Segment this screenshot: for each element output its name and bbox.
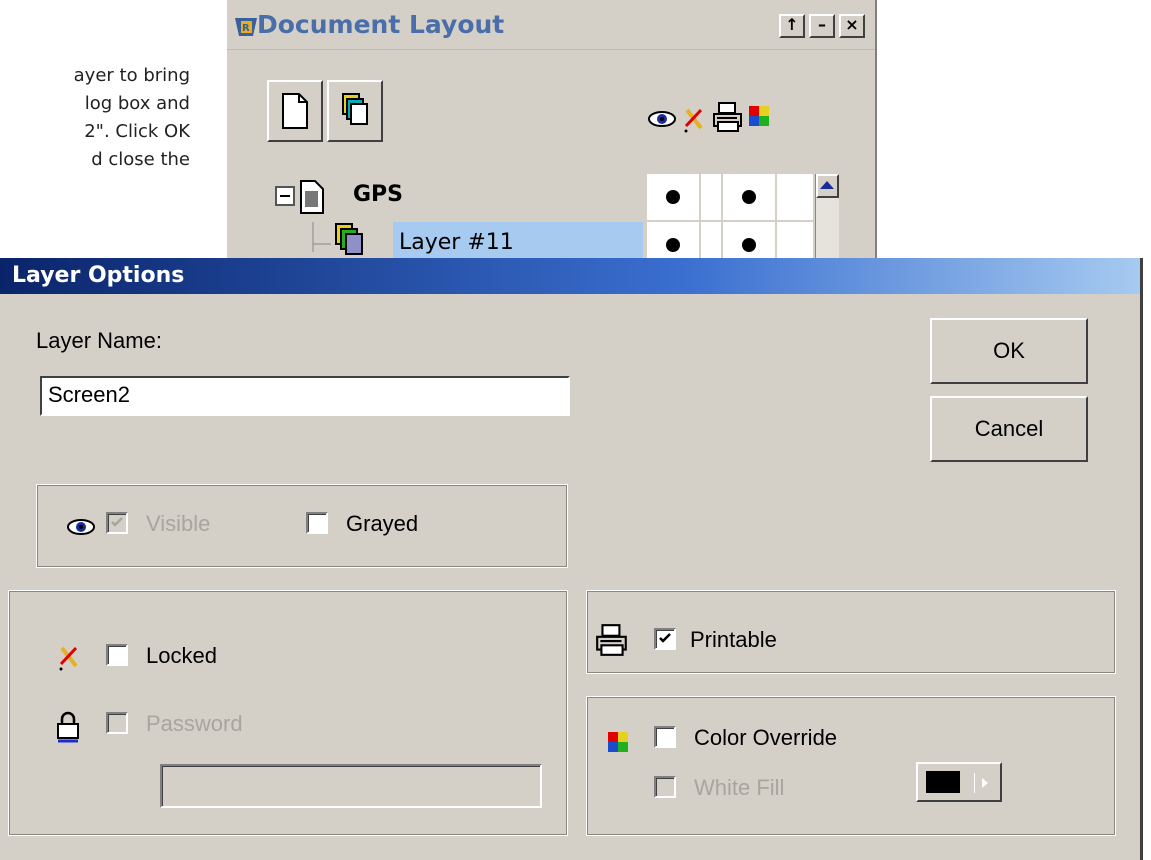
instruction-text: ayer to bring log box and 2". Click OK d…: [0, 62, 190, 174]
close-button[interactable]: ×: [839, 14, 865, 38]
tree-connector-icon: [312, 222, 331, 252]
visible-checkbox[interactable]: [106, 512, 128, 534]
layer-name-input[interactable]: Screen2: [40, 376, 570, 416]
cancel-button[interactable]: Cancel: [930, 396, 1088, 462]
locked-checkbox[interactable]: [106, 644, 128, 666]
color-cell[interactable]: [777, 174, 813, 220]
tree-item-label: GPS: [353, 182, 404, 207]
printable-label: Printable: [690, 627, 777, 652]
locked-label: Locked: [146, 643, 217, 668]
document-layout-window: R Document Layout ↑ – × GPS Layer #11: [225, 0, 877, 300]
on-indicator: [742, 190, 756, 204]
lock-pencil-icon: [681, 104, 707, 139]
on-indicator: [666, 238, 680, 252]
tree-item-label: Layer #11: [399, 230, 514, 255]
layer-options-dialog: Layer Options Layer Name: Screen2 OK Can…: [0, 258, 1143, 860]
window-title: Document Layout: [257, 10, 505, 39]
password-checkbox[interactable]: [106, 712, 128, 734]
lock-pencil-icon: [59, 646, 78, 671]
white-fill-checkbox[interactable]: [654, 776, 676, 798]
dialog-title: Layer Options: [12, 263, 185, 288]
grayed-checkbox[interactable]: [306, 512, 328, 534]
layer-icon: [335, 223, 363, 255]
password-label: Password: [146, 711, 243, 736]
color-override-label: Color Override: [694, 725, 838, 750]
white-fill-label: White Fill: [694, 775, 785, 800]
eye-icon: [67, 519, 95, 535]
new-layer-button[interactable]: [327, 80, 383, 142]
dialog-titlebar[interactable]: Layer Options: [0, 258, 1140, 294]
checkmark-icon: [659, 633, 671, 643]
on-indicator: [742, 238, 756, 252]
password-input[interactable]: [160, 764, 542, 808]
printer-icon: [596, 624, 627, 656]
restore-button[interactable]: ↑: [779, 14, 805, 38]
instruction-line: log box and: [84, 93, 190, 114]
layers-icon: [342, 93, 368, 125]
minimize-button[interactable]: –: [809, 14, 835, 38]
color-group: [586, 696, 1116, 836]
fill-color-picker[interactable]: [916, 762, 1002, 802]
color-override-checkbox[interactable]: [654, 726, 676, 748]
color-swatch: [926, 771, 960, 793]
lock-cell[interactable]: [701, 174, 721, 220]
printable-checkbox[interactable]: [654, 628, 676, 650]
instruction-line: ayer to bring: [73, 65, 190, 86]
printer-icon: [711, 100, 745, 139]
new-page-icon: [282, 93, 308, 129]
document-layout-titlebar[interactable]: R Document Layout ↑ – ×: [227, 0, 875, 50]
layer-name-label: Layer Name:: [36, 328, 162, 353]
ok-button[interactable]: OK: [930, 318, 1088, 384]
document-icon: [300, 180, 324, 214]
checkmark-icon: [111, 517, 123, 527]
app-icon: R: [235, 18, 257, 36]
visible-label: Visible: [146, 511, 211, 536]
svg-text:R: R: [242, 23, 250, 34]
new-page-button[interactable]: [267, 80, 323, 142]
eye-icon: [647, 108, 677, 135]
print-cell[interactable]: [723, 174, 775, 220]
scroll-up-button[interactable]: [816, 174, 839, 198]
tree-row-gps[interactable]: GPS: [267, 174, 813, 220]
on-indicator: [666, 190, 680, 204]
instruction-line: d close the: [91, 149, 190, 170]
grayed-label: Grayed: [346, 511, 419, 536]
collapse-icon[interactable]: [275, 186, 295, 206]
color-icon: [608, 732, 628, 752]
color-icon: [747, 104, 771, 133]
instruction-line: 2". Click OK: [84, 121, 190, 142]
arrow-up-icon: [820, 181, 834, 189]
visibility-cell[interactable]: [647, 174, 699, 220]
password-lock-icon: [57, 711, 79, 743]
dropdown-arrow-icon: [974, 773, 988, 793]
